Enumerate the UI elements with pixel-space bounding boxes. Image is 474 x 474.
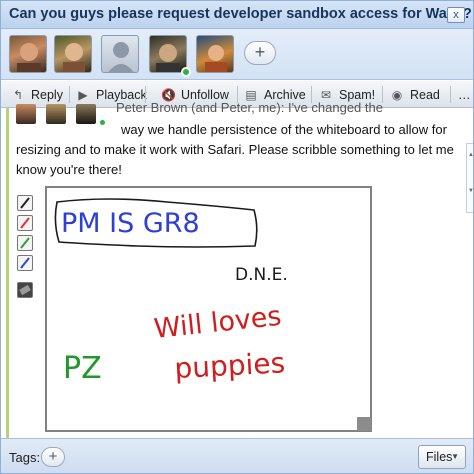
participant-placeholder-avatar[interactable] [101,35,139,73]
red-scribble-top: Will loves [152,301,282,345]
scroll-up-icon[interactable]: ▲ [468,152,473,158]
whiteboard-canvas[interactable]: PM IS GR8 D.N.E. Will loves puppies PZ [45,186,372,432]
participants-bar: + [1,29,473,80]
blip-content: Peter Brown (and Peter, me): I've change… [1,100,473,438]
red-scribble-bottom: puppies [174,346,286,385]
participant-avatar[interactable] [149,35,187,73]
toolbar-divider [450,86,451,103]
pen-blue-icon [20,257,30,269]
blip-indicator-bar [6,108,9,438]
participant-avatar[interactable] [54,35,92,73]
footer-bar: Tags: + Files ▼ [1,438,473,473]
pen-black-icon [20,197,30,209]
scroll-down-icon[interactable]: ▼ [468,188,473,194]
files-button[interactable]: Files ▼ [418,445,466,469]
pen-red-tool[interactable] [17,215,33,231]
resize-handle[interactable] [357,417,371,431]
playback-icon: ▶ [78,87,88,102]
black-scribble: D.N.E. [235,265,288,285]
scribble-layer: PM IS GR8 D.N.E. Will loves puppies PZ [54,198,288,386]
online-indicator [181,67,191,77]
pen-black-tool[interactable] [17,195,33,211]
add-participant-button[interactable]: + [244,41,276,65]
chevron-down-icon: ▼ [451,452,459,461]
blip-text[interactable]: way we handle persistence of the whitebo… [16,120,461,180]
eraser-tool[interactable] [17,282,33,298]
more-button[interactable]: … [458,81,471,108]
blip-text-line: way we handle persistence of the whitebo… [121,122,447,137]
pen-green-icon [20,237,30,249]
eye-icon: ◉ [391,87,403,102]
pen-red-icon [20,217,30,229]
blip-header-cut: Peter Brown (and Peter, me): I've change… [116,100,383,115]
toolbar-divider [69,86,70,103]
participant-avatar[interactable] [9,35,47,73]
wave-title: Can you guys please request developer sa… [9,6,472,22]
read-button[interactable]: ◉ Read [390,81,440,108]
reply-label: Reply [31,87,63,102]
blip-text-line: know you're there! [16,162,122,177]
pen-green-tool[interactable] [17,235,33,251]
title-bar: Can you guys please request developer sa… [1,1,473,29]
participant-avatar[interactable] [196,35,234,73]
boxed-scribble: PM IS GR8 [61,208,200,239]
read-label: Read [410,87,440,102]
blip-text-line: resizing and to make it work with Safari… [16,142,454,157]
eraser-icon [19,284,31,296]
wave-window: Can you guys please request developer sa… [0,0,474,474]
green-scribble: PZ [63,351,102,386]
pen-blue-tool[interactable] [17,255,33,271]
reply-icon: ↰ [12,87,24,102]
close-button[interactable]: x [447,7,465,23]
add-tag-button[interactable]: + [41,447,65,467]
files-label: Files [426,450,453,464]
tags-label: Tags: [9,450,41,465]
